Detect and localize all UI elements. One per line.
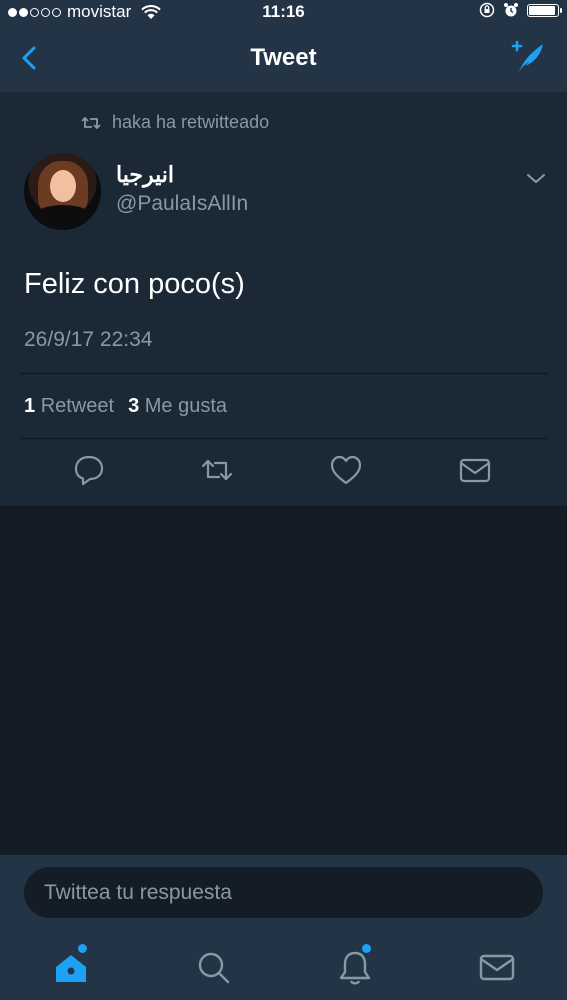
retweet-context[interactable]: haka ha retwitteado [80, 112, 269, 133]
tweet-options-button[interactable] [525, 168, 547, 188]
avatar[interactable] [24, 153, 101, 230]
home-icon [56, 955, 86, 982]
nav-bar: Tweet [0, 24, 567, 92]
tweet-timestamp: 26/9/17 22:34 [24, 328, 153, 351]
compose-tweet-icon [511, 40, 543, 72]
replies-area [0, 507, 567, 855]
alarm-icon [504, 3, 518, 17]
tab-search[interactable] [193, 947, 233, 987]
tab-home[interactable] [51, 947, 91, 987]
likes-stat[interactable]: 3 Me gusta [128, 395, 227, 418]
divider [20, 373, 548, 374]
status-right [479, 2, 562, 18]
tweet-stats: 1 Retweet 3 Me gusta [24, 395, 227, 418]
tweet-actions [0, 452, 567, 492]
orientation-lock-icon [479, 2, 495, 18]
tweet-card: haka ha retwitteado انيرجيا @PaulaIsAllI… [0, 92, 567, 507]
reply-icon [74, 455, 104, 486]
direct-message-button[interactable] [457, 452, 493, 488]
battery-level [529, 5, 555, 15]
retweet-context-label: haka ha retwitteado [112, 112, 270, 132]
mail-icon [459, 458, 491, 483]
bell-icon [339, 951, 371, 985]
compose-tweet-button[interactable] [507, 38, 547, 78]
heart-icon [330, 455, 362, 485]
tab-bar [0, 935, 567, 1000]
search-icon [198, 952, 230, 984]
notifications-badge [362, 944, 371, 953]
mail-icon [479, 954, 515, 981]
retweet-label: Retweet [40, 395, 115, 417]
like-button[interactable] [328, 452, 364, 488]
reply-input[interactable]: Twittea tu respuesta [24, 867, 543, 918]
retweet-small-icon [81, 116, 101, 129]
tab-notifications[interactable] [335, 947, 375, 987]
reply-button[interactable] [71, 452, 107, 488]
like-label: Me gusta [144, 395, 228, 417]
author-name[interactable]: انيرجيا [116, 162, 174, 188]
status-bar: movistar 11:16 [0, 0, 567, 24]
tab-messages[interactable] [477, 947, 517, 987]
retweet-count: 1 [24, 395, 36, 417]
home-badge [78, 944, 87, 953]
like-count: 3 [128, 395, 140, 417]
tweet-text: Feliz con poco(s) [24, 268, 245, 300]
retweet-button[interactable] [199, 452, 235, 488]
retweets-stat[interactable]: 1 Retweet [24, 395, 114, 418]
page-title: Tweet [250, 44, 317, 71]
reply-bar: Twittea tu respuesta [0, 855, 567, 935]
battery-icon [527, 3, 562, 17]
divider [20, 438, 548, 439]
author-handle[interactable]: @PaulaIsAllIn [116, 192, 248, 216]
retweet-icon [201, 459, 233, 481]
chevron-down-icon [527, 174, 545, 183]
